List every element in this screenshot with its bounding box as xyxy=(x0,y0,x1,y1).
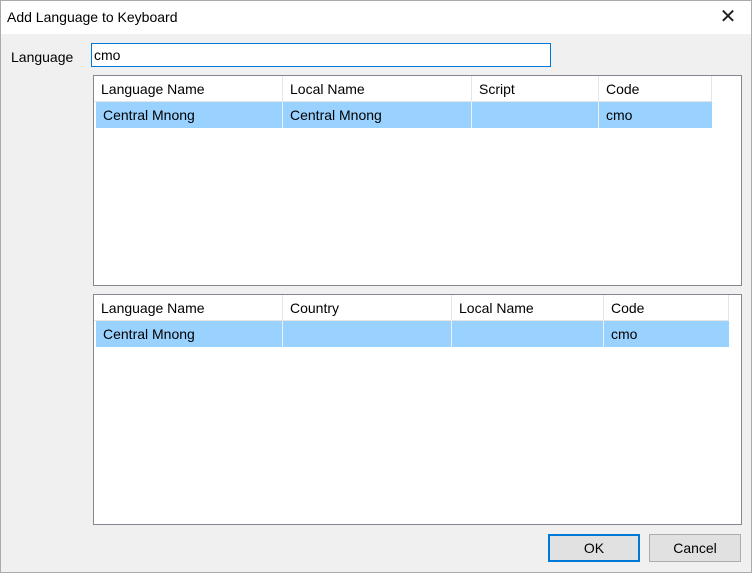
cell-code: cmo xyxy=(611,326,638,342)
language-list[interactable]: Language Name Local Name Script Code Cen… xyxy=(93,75,742,286)
cancel-button[interactable]: Cancel xyxy=(649,534,741,562)
cell-script xyxy=(472,102,599,128)
cell-local-name: Central Mnong xyxy=(283,102,472,128)
title-bar: Add Language to Keyboard ✕ xyxy=(1,1,751,34)
language-region-list[interactable]: Language Name Country Local Name Code Ce… xyxy=(93,294,742,525)
dialog-window: Add Language to Keyboard ✕ Language Lang… xyxy=(0,0,752,573)
cell-local-name xyxy=(452,321,604,347)
column-header-script[interactable]: Script xyxy=(472,76,599,102)
table-row-selected[interactable]: Central Mnong cmo xyxy=(96,321,729,347)
column-header-local-name[interactable]: Local Name xyxy=(452,295,604,321)
cell-language-name: Central Mnong xyxy=(96,321,283,347)
column-header-code[interactable]: Code xyxy=(599,76,712,102)
cell-language-name: Central Mnong xyxy=(96,102,283,128)
column-header-local-name[interactable]: Local Name xyxy=(283,76,472,102)
close-icon[interactable]: ✕ xyxy=(717,6,739,28)
column-header-language-name[interactable]: Language Name xyxy=(94,76,283,102)
column-header-code[interactable]: Code xyxy=(604,295,729,321)
ok-button[interactable]: OK xyxy=(548,534,640,562)
cell-country xyxy=(283,321,452,347)
column-header-language-name[interactable]: Language Name xyxy=(94,295,283,321)
cell-code: cmo xyxy=(606,107,633,123)
language-search-input[interactable] xyxy=(91,43,551,67)
language-label: Language xyxy=(11,49,74,65)
column-header-country[interactable]: Country xyxy=(283,295,452,321)
table-row-selected[interactable]: Central Mnong Central Mnong cmo xyxy=(96,102,712,128)
dialog-title: Add Language to Keyboard xyxy=(7,9,178,25)
